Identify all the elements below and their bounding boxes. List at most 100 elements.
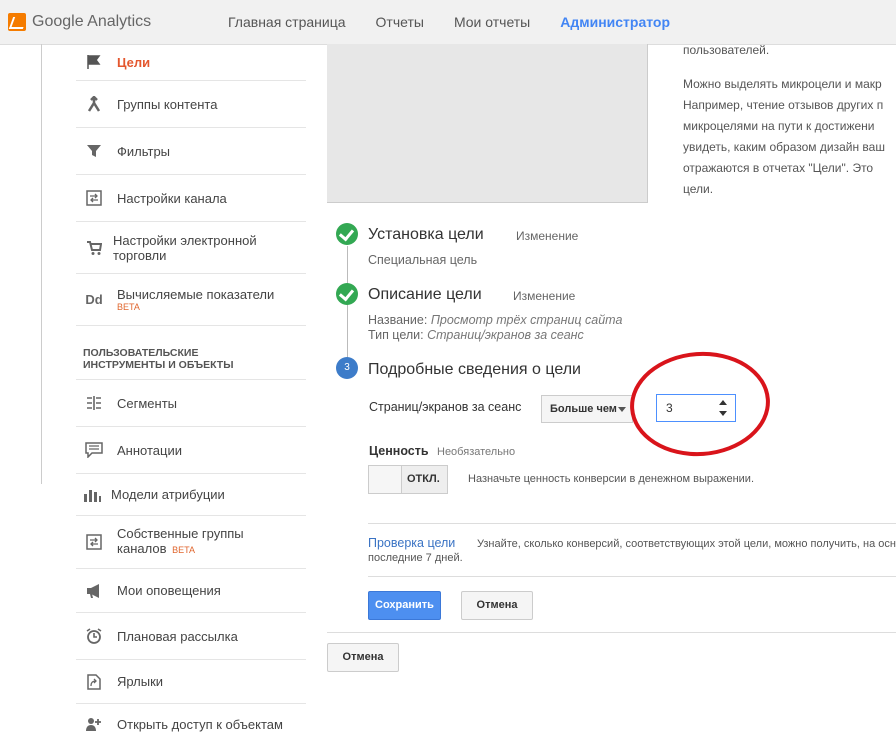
clock-icon xyxy=(84,627,104,645)
value-title: Ценность xyxy=(369,444,429,458)
comparator-select[interactable]: Больше чем xyxy=(541,395,633,423)
value-toggle[interactable]: ОТКЛ. xyxy=(368,465,448,494)
sidebar-item-calculated-metrics[interactable]: Dd Вычисляемые показатели BETA xyxy=(76,274,306,326)
sidebar-item-label: Фильтры xyxy=(117,143,171,159)
name-value: Просмотр трёх страниц сайта xyxy=(430,313,623,327)
sidebar-item-label: Сегменты xyxy=(117,395,178,411)
divider xyxy=(327,632,896,633)
channel-settings-icon xyxy=(84,189,104,207)
video-placeholder xyxy=(327,44,648,203)
type-label: Тип цели: xyxy=(368,328,424,342)
nav-home[interactable]: Главная страница xyxy=(228,0,346,44)
cart-icon xyxy=(84,239,104,257)
verify-description-2: последние 7 дней. xyxy=(368,552,463,564)
toggle-knob xyxy=(369,466,402,493)
goal-info-text: пользователей. Можно выделять микроцели … xyxy=(683,43,896,200)
sidebar-item-text: Вычисляемые показатели BETA xyxy=(117,287,274,312)
steps-connector xyxy=(347,246,348,368)
sidebar-item-label: Цели xyxy=(117,54,151,70)
sidebar-item-ecommerce[interactable]: Настройки электронной торговли xyxy=(76,222,306,274)
info-line: цели. xyxy=(683,182,714,196)
sidebar-item-segments[interactable]: Сегменты xyxy=(76,379,306,427)
sidebar-item-label: Группы контента xyxy=(117,96,218,112)
sidebar-item-share-assets[interactable]: Открыть доступ к объектам xyxy=(76,704,306,744)
logo[interactable]: Google Analytics xyxy=(8,11,151,33)
filter-icon xyxy=(84,142,104,160)
sidebar-item-filters[interactable]: Фильтры xyxy=(76,128,306,175)
info-line: увидеть, каким образом дизайн ваш xyxy=(683,140,885,154)
step2-check-icon xyxy=(336,283,358,305)
sidebar-item-label: Открыть доступ к объектам xyxy=(117,716,283,732)
sidebar: Цели Группы контента Фильтры Настройки к… xyxy=(0,44,306,732)
analytics-logo-icon xyxy=(8,13,26,31)
sidebar-item-shortcuts[interactable]: Ярлыки xyxy=(76,660,306,704)
sidebar-item-annotations[interactable]: Аннотации xyxy=(76,427,306,474)
cancel-button[interactable]: Отмена xyxy=(461,591,533,620)
toggle-description: Назначьте ценность конверсии в денежном … xyxy=(468,473,754,485)
sidebar-item-label: Вычисляемые показатели xyxy=(117,287,275,302)
step3-number: 3 xyxy=(336,357,358,379)
info-line: Например, чтение отзывов других п xyxy=(683,98,884,112)
shortcut-icon xyxy=(84,673,104,691)
name-label: Название: xyxy=(368,313,428,327)
step1-edit-link[interactable]: Изменение xyxy=(516,229,578,243)
type-value: Страниц/экранов за сеанс xyxy=(427,328,584,342)
sidebar-divider xyxy=(41,44,42,484)
sidebar-item-label: Мои оповещения xyxy=(117,583,221,598)
sidebar-item-label: Аннотации xyxy=(117,442,182,458)
comparator-value: Больше чем xyxy=(550,403,617,415)
section-title: ПОЛЬЗОВАТЕЛЬСКИЕ ИНСТРУМЕНТЫ И ОБЪЕКТЫ xyxy=(83,347,234,371)
nav-my-reports[interactable]: Мои отчеты xyxy=(454,0,530,44)
nav-admin[interactable]: Администратор xyxy=(560,0,670,44)
sidebar-item-channel-settings[interactable]: Настройки канала xyxy=(76,175,306,222)
dropdown-arrow-icon xyxy=(618,407,626,412)
info-line: пользователей. xyxy=(683,43,770,57)
info-line: Можно выделять микроцели и макр xyxy=(683,77,882,91)
step2-edit-link[interactable]: Изменение xyxy=(513,289,575,303)
sidebar-item-label: Плановая рассылка xyxy=(117,628,238,644)
sidebar-item-attribution[interactable]: Модели атрибуции xyxy=(76,474,306,516)
step1-check-icon xyxy=(336,223,358,245)
share-icon xyxy=(84,715,104,733)
cancel-goal-button[interactable]: Отмена xyxy=(327,643,399,672)
logo-text: Google Analytics xyxy=(32,13,152,30)
flag-icon xyxy=(84,53,104,71)
toggle-state: ОТКЛ. xyxy=(407,473,440,485)
megaphone-icon xyxy=(84,582,104,600)
attribution-icon xyxy=(82,486,102,504)
sidebar-item-custom-channel-groups[interactable]: Собственные группы каналов BETA xyxy=(76,516,306,569)
pages-per-session-label: Страниц/экранов за сеанс xyxy=(369,400,522,414)
divider xyxy=(368,523,896,524)
main-nav: Главная страница Отчеты Мои отчеты Админ… xyxy=(228,0,700,44)
verify-description: Узнайте, сколько конверсий, соответствую… xyxy=(477,538,896,550)
sidebar-item-label: Собственные группы каналов BETA xyxy=(117,526,267,558)
sidebar-item-label: Ярлыки xyxy=(117,674,164,689)
save-button[interactable]: Сохранить xyxy=(368,591,441,620)
step2-name: Название: Просмотр трёх страниц сайта xyxy=(368,313,622,327)
verify-goal-link[interactable]: Проверка цели xyxy=(368,536,455,550)
step1-title: Установка цели xyxy=(368,226,484,243)
segments-icon xyxy=(84,394,104,412)
sidebar-item-content-groups[interactable]: Группы контента xyxy=(76,81,306,128)
step2-type: Тип цели: Страниц/экранов за сеанс xyxy=(368,328,584,342)
step3-title: Подробные сведения о цели xyxy=(368,361,581,378)
sidebar-item-label: Настройки канала xyxy=(117,190,227,206)
sidebar-item-label: Модели атрибуции xyxy=(111,487,225,502)
sidebar-item-text: Собственные группы каналов BETA xyxy=(117,526,267,558)
divider xyxy=(368,576,896,577)
step2-title: Описание цели xyxy=(368,286,482,303)
value-optional: Необязательно xyxy=(437,446,516,458)
highlight-circle xyxy=(626,347,774,461)
sidebar-item-scheduled-emails[interactable]: Плановая рассылка xyxy=(76,613,306,660)
info-line: микроцелями на пути к достижени xyxy=(683,119,875,133)
annotation-icon xyxy=(84,441,104,459)
info-line: отражаются в отчетах "Цели". Это xyxy=(683,161,874,175)
sidebar-item-alerts[interactable]: Мои оповещения xyxy=(76,569,306,613)
sidebar-item-goals[interactable]: Цели xyxy=(76,44,306,81)
custom-channels-icon xyxy=(84,533,104,551)
top-bar: Google Analytics Главная страница Отчеты… xyxy=(0,0,896,45)
beta-badge: BETA xyxy=(117,302,140,312)
content-groups-icon xyxy=(84,95,104,113)
beta-badge: BETA xyxy=(172,545,195,555)
nav-reports[interactable]: Отчеты xyxy=(376,0,424,44)
